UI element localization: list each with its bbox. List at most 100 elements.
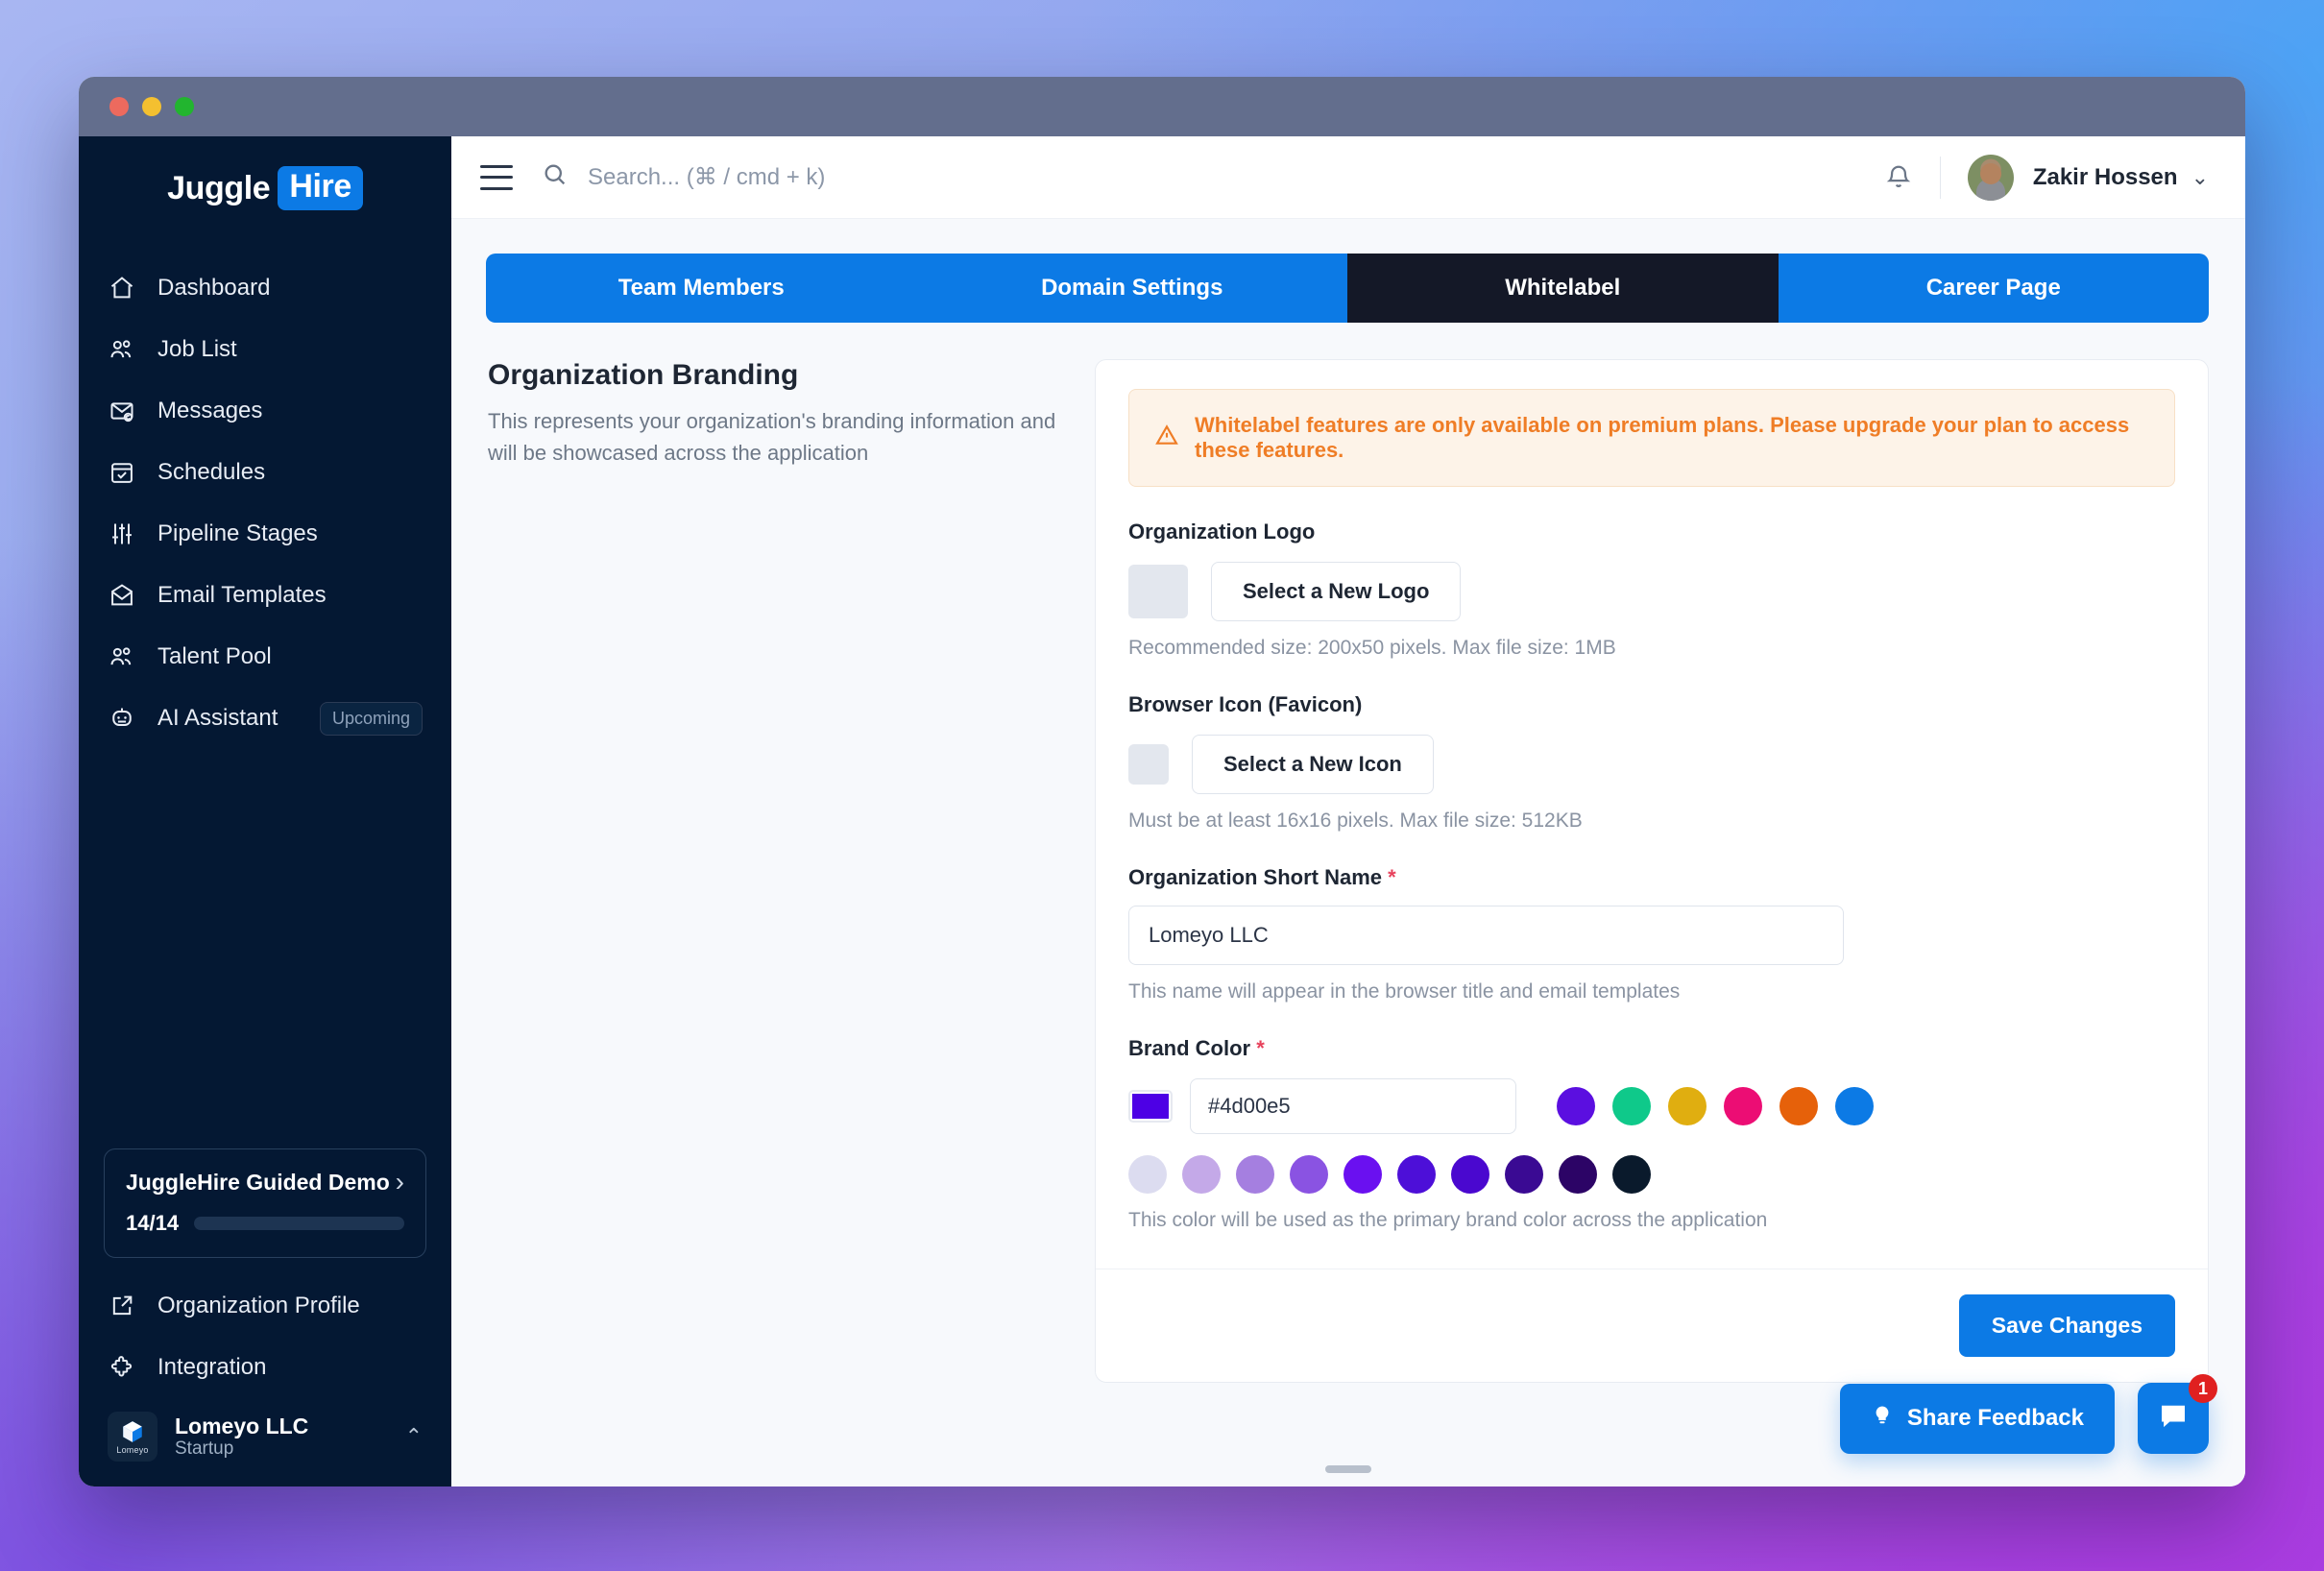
calendar-check-icon <box>108 458 136 487</box>
brand-color-shade-7[interactable] <box>1505 1155 1543 1194</box>
divider <box>1939 156 1941 199</box>
sidebar-item-label: Talent Pool <box>157 643 272 669</box>
maximize-window-button[interactable] <box>175 97 194 116</box>
page-content: Team Members Domain Settings Whitelabel … <box>451 219 2245 1486</box>
brand-color-preset-3[interactable] <box>1724 1087 1762 1125</box>
save-changes-button[interactable]: Save Changes <box>1958 1294 2175 1357</box>
logo-badge-text: Hire <box>278 166 363 210</box>
tab-team-members[interactable]: Team Members <box>486 254 917 323</box>
puzzle-icon <box>108 1353 136 1382</box>
chat-widget-button[interactable]: 1 <box>2138 1374 2217 1454</box>
brand-color-label: Brand Color * <box>1128 1036 2175 1061</box>
select-new-icon-button[interactable]: Select a New Icon <box>1192 735 1434 794</box>
sidebar-item-job-list[interactable]: Job List <box>79 319 451 380</box>
short-name-input[interactable]: Lomeyo LLC <box>1128 906 1844 965</box>
guided-demo-card[interactable]: JuggleHire Guided Demo › 14/14 <box>104 1148 426 1258</box>
bell-icon[interactable] <box>1884 162 1913 193</box>
brand-color-shade-8[interactable] <box>1559 1155 1597 1194</box>
organization-logo: Lomeyo <box>108 1412 157 1462</box>
sidebar: Juggle Hire Dashboard Job List Messages … <box>79 136 451 1486</box>
short-name-value: Lomeyo LLC <box>1149 923 1269 947</box>
organization-logo-preview <box>1128 565 1188 618</box>
short-name-hint: This name will appear in the browser tit… <box>1128 980 1681 1003</box>
sidebar-item-label: Messages <box>157 398 263 423</box>
sliders-icon <box>108 520 136 548</box>
brand-color-shade-2[interactable] <box>1236 1155 1274 1194</box>
main-area: Search... (⌘ / cmd + k) Zakir Hossen ⌄ T… <box>451 136 2245 1486</box>
settings-tabs: Team Members Domain Settings Whitelabel … <box>486 254 2209 323</box>
sidebar-item-label: Email Templates <box>157 582 327 608</box>
search-icon <box>542 161 569 193</box>
favicon-hint: Must be at least 16x16 pixels. Max file … <box>1128 810 1583 832</box>
brand-color-shade-0[interactable] <box>1128 1155 1167 1194</box>
tab-whitelabel[interactable]: Whitelabel <box>1347 254 1779 323</box>
chevron-down-icon[interactable]: ⌄ <box>2191 165 2209 190</box>
organization-switcher[interactable]: Lomeyo Lomeyo LLC Startup ⌃ <box>79 1398 451 1481</box>
short-name-label: Organization Short Name * <box>1128 865 2175 890</box>
minimize-window-button[interactable] <box>142 97 161 116</box>
sidebar-item-email-templates[interactable]: Email Templates <box>79 565 451 626</box>
brand-color-shade-1[interactable] <box>1182 1155 1221 1194</box>
brand-color-shade-6[interactable] <box>1451 1155 1489 1194</box>
sidebar-item-label: Job List <box>157 336 237 362</box>
window-titlebar <box>79 77 2245 136</box>
cube-icon <box>123 1420 142 1442</box>
sidebar-item-talent-pool[interactable]: Talent Pool <box>79 626 451 688</box>
sidebar-item-integration[interactable]: Integration <box>79 1337 451 1398</box>
brand-color-label-text: Brand Color <box>1128 1036 1251 1060</box>
premium-alert-text: Whitelabel features are only available o… <box>1195 413 2130 462</box>
envelope-open-icon <box>108 581 136 610</box>
sidebar-item-badge: Upcoming <box>319 701 423 736</box>
sidebar-item-pipeline-stages[interactable]: Pipeline Stages <box>79 503 451 565</box>
sidebar-item-messages[interactable]: Messages <box>79 380 451 442</box>
tab-career-page[interactable]: Career Page <box>1778 254 2209 323</box>
brand-color-preset-5[interactable] <box>1835 1087 1874 1125</box>
robot-icon <box>108 704 136 733</box>
brand-color-preset-2[interactable] <box>1668 1087 1707 1125</box>
avatar[interactable] <box>1967 154 2014 201</box>
sidebar-item-dashboard[interactable]: Dashboard <box>79 257 451 319</box>
brand-color-shade-4[interactable] <box>1344 1155 1382 1194</box>
external-link-icon <box>108 1292 136 1320</box>
guided-demo-title: JuggleHire Guided Demo <box>126 1169 390 1195</box>
chevron-right-icon[interactable]: › <box>396 1169 404 1196</box>
brand-color-hint: This color will be used as the primary b… <box>1128 1209 1768 1231</box>
brand-color-shade-9[interactable] <box>1612 1155 1651 1194</box>
brand-color-input[interactable]: #4d00e5 <box>1190 1078 1516 1134</box>
brand-color-field: Brand Color * #4d00e5 This color will be… <box>1128 1036 2175 1232</box>
user-name: Zakir Hossen <box>2032 163 2178 190</box>
brand-color-preset-1[interactable] <box>1612 1087 1651 1125</box>
chat-bubble-icon <box>2156 1399 2191 1438</box>
floating-action-row: Share Feedback 1 <box>1839 1374 2217 1454</box>
sidebar-item-label: Integration <box>157 1354 267 1380</box>
resize-handle[interactable] <box>1325 1465 1371 1473</box>
sidebar-nav: Dashboard Job List Messages Schedules Pi… <box>79 257 451 749</box>
sidebar-item-label: AI Assistant <box>157 705 278 731</box>
organization-logo-label: Organization Logo <box>1128 520 1316 544</box>
logo-primary-text: Juggle <box>167 169 271 206</box>
tab-domain-settings[interactable]: Domain Settings <box>916 254 1347 323</box>
select-new-logo-button[interactable]: Select a New Logo <box>1211 562 1462 621</box>
brand-color-preset-0[interactable] <box>1557 1087 1595 1125</box>
close-window-button[interactable] <box>109 97 129 116</box>
brand-color-presets <box>1557 1087 1874 1125</box>
home-icon <box>108 274 136 302</box>
page-subtitle: This represents your organization's bran… <box>488 409 1056 465</box>
hamburger-icon[interactable] <box>480 164 513 190</box>
brand-color-picker-swatch[interactable] <box>1128 1090 1173 1123</box>
brand-color-shade-5[interactable] <box>1397 1155 1436 1194</box>
brand-color-value: #4d00e5 <box>1208 1094 1291 1118</box>
share-feedback-button[interactable]: Share Feedback <box>1839 1383 2115 1454</box>
brand-color-preset-4[interactable] <box>1779 1087 1818 1125</box>
chevron-up-icon[interactable]: ⌃ <box>405 1424 423 1449</box>
sidebar-item-schedules[interactable]: Schedules <box>79 442 451 503</box>
sidebar-item-organization-profile[interactable]: Organization Profile <box>79 1275 451 1337</box>
brand-color-shade-3[interactable] <box>1290 1155 1328 1194</box>
sidebar-item-ai-assistant[interactable]: AI Assistant Upcoming <box>79 688 451 749</box>
chat-unread-badge: 1 <box>2189 1374 2217 1403</box>
app-logo[interactable]: Juggle Hire <box>79 144 451 232</box>
guided-demo-progress-label: 14/14 <box>126 1211 180 1235</box>
share-feedback-label: Share Feedback <box>1906 1405 2084 1431</box>
search-input[interactable]: Search... (⌘ / cmd + k) <box>542 161 1884 193</box>
organization-plan: Startup <box>175 1438 234 1460</box>
